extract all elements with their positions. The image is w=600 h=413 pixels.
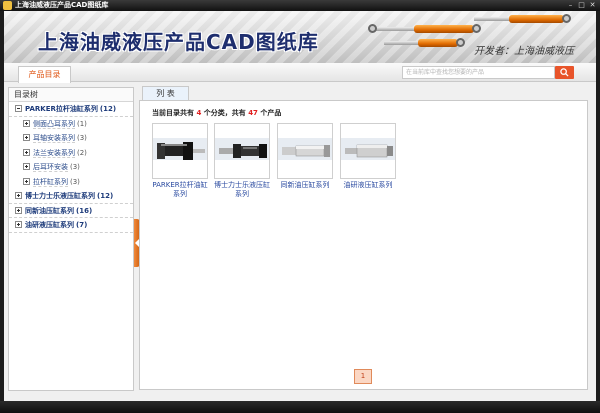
product-card[interactable]: PARKER拉杆油缸系列 bbox=[152, 123, 208, 199]
summary-prefix: 当前目录共有 bbox=[152, 109, 194, 117]
search-field[interactable] bbox=[402, 66, 555, 79]
tree-item-count: (3) bbox=[70, 163, 80, 171]
tree-item-label: 耳轴安装系列 bbox=[33, 134, 75, 143]
product-card[interactable]: 博士力士乐液压缸系列 bbox=[214, 123, 270, 199]
expand-icon[interactable] bbox=[23, 148, 30, 156]
window-titlebar: 上海油威液压产品CAD图纸库 – □ ✕ bbox=[0, 0, 600, 11]
app-frame: 产品目录 目录树 PARKER拉杆油缸系列(12)侧面凸耳系列(1)耳轴安装系列… bbox=[4, 63, 596, 401]
product-list-panel: 当前目录共有 4 个分类，共有 47 个产品 PARKER拉杆油缸系列 博士力士… bbox=[139, 100, 588, 390]
product-count: 47 bbox=[248, 109, 258, 117]
tree-list: PARKER拉杆油缸系列 (12) 侧面凸耳系列 (1) 耳轴安装系列 (3) 法兰安装系列… bbox=[9, 102, 133, 233]
tree-category[interactable]: PARKER拉杆油缸系列 (12) bbox=[9, 102, 133, 117]
developer-label: 开发者：上海油威液压 bbox=[474, 46, 574, 57]
close-button[interactable]: ✕ bbox=[588, 1, 597, 9]
category-count: 4 bbox=[196, 109, 202, 117]
expand-icon[interactable] bbox=[15, 192, 22, 199]
tree-item-count: (7) bbox=[76, 221, 88, 229]
directory-tree-panel: 目录树 PARKER拉杆油缸系列 (12) 侧面凸耳系列 (1) 耳轴安装系列 (3) 法兰… bbox=[8, 87, 134, 391]
tree-item-count: (2) bbox=[77, 148, 87, 157]
app-icon bbox=[3, 1, 12, 10]
tree-item-count: (12) bbox=[99, 105, 117, 113]
product-label[interactable]: 油研液压缸系列 bbox=[340, 181, 396, 190]
window-bottom-border bbox=[0, 401, 600, 413]
search-button[interactable] bbox=[555, 66, 574, 79]
page-button-1[interactable]: 1 bbox=[354, 369, 372, 384]
expand-icon[interactable] bbox=[15, 206, 22, 214]
header-banner: 上海油威液压产品CAD图纸库 开发者：上海油威液压 bbox=[4, 11, 596, 63]
banner-title: 上海油威液压产品CAD图纸库 bbox=[38, 30, 319, 54]
expand-icon[interactable] bbox=[23, 177, 30, 185]
tree-subcategory[interactable]: 耳轴安装系列 (3) bbox=[9, 131, 133, 146]
collapse-icon[interactable] bbox=[15, 105, 22, 112]
cylinder-icon bbox=[219, 144, 267, 158]
product-thumbnail[interactable] bbox=[214, 123, 270, 179]
tree-item-label: 博士力士乐液压缸系列 bbox=[25, 192, 95, 200]
tree-item-label: 拉杆缸系列 bbox=[33, 177, 68, 187]
tree-subcategory[interactable]: 侧面凸耳系列 (1) bbox=[9, 117, 133, 132]
expand-icon[interactable] bbox=[23, 134, 30, 141]
cylinder-icon bbox=[157, 142, 205, 160]
product-card[interactable]: 油研液压缸系列 bbox=[340, 123, 396, 190]
tree-item-count: (3) bbox=[77, 134, 87, 142]
product-thumbnail[interactable] bbox=[277, 123, 333, 179]
tab-list[interactable]: 列 表 bbox=[142, 86, 189, 101]
tab-product-catalog[interactable]: 产品目录 bbox=[18, 66, 71, 83]
product-card[interactable]: 同新油压缸系列 bbox=[277, 123, 333, 190]
cylinder-icon bbox=[345, 144, 393, 158]
tree-item-label: 后耳环安装 bbox=[33, 163, 68, 172]
expand-icon[interactable] bbox=[23, 163, 30, 170]
minimize-button[interactable]: – bbox=[566, 1, 575, 9]
top-tab-bar: 产品目录 bbox=[4, 63, 596, 83]
product-label[interactable]: 博士力士乐液压缸系列 bbox=[214, 181, 270, 199]
search-icon bbox=[560, 68, 569, 77]
summary-suffix: 个产品 bbox=[260, 109, 282, 117]
tree-item-label: 法兰安装系列 bbox=[33, 148, 75, 158]
product-thumbnail[interactable] bbox=[152, 123, 208, 179]
window-controls: – □ ✕ bbox=[566, 1, 597, 9]
product-thumbnail[interactable] bbox=[340, 123, 396, 179]
tree-category[interactable]: 博士力士乐液压缸系列 (12) bbox=[9, 189, 133, 204]
tree-item-label: 侧面凸耳系列 bbox=[33, 119, 75, 129]
search-input[interactable] bbox=[403, 67, 554, 78]
tree-item-count: (1) bbox=[77, 119, 87, 128]
tree-subcategory[interactable]: 法兰安装系列 (2) bbox=[9, 146, 133, 161]
tree-item-count: (16) bbox=[76, 206, 93, 215]
tree-item-count: (12) bbox=[97, 192, 114, 200]
tree-item-label: 同新油压缸系列 bbox=[25, 206, 74, 215]
tree-subcategory[interactable]: 拉杆缸系列 (3) bbox=[9, 175, 133, 190]
tree-category[interactable]: 油研液压缸系列 (7) bbox=[9, 218, 133, 233]
product-label[interactable]: PARKER拉杆油缸系列 bbox=[152, 181, 208, 199]
tree-item-label: 油研液压缸系列 bbox=[25, 221, 74, 229]
summary-text: 当前目录共有 4 个分类，共有 47 个产品 bbox=[152, 108, 281, 118]
window-title: 上海油威液压产品CAD图纸库 bbox=[15, 1, 109, 9]
tree-item-count: (3) bbox=[70, 177, 80, 186]
product-label[interactable]: 同新油压缸系列 bbox=[277, 181, 333, 190]
expand-icon[interactable] bbox=[23, 119, 30, 127]
tree-category[interactable]: 同新油压缸系列 (16) bbox=[9, 204, 133, 218]
expand-icon[interactable] bbox=[15, 221, 22, 228]
cylinder-icon bbox=[282, 145, 330, 157]
maximize-button[interactable]: □ bbox=[577, 1, 586, 9]
tree-header: 目录树 bbox=[9, 88, 133, 102]
tree-subcategory[interactable]: 后耳环安装 (3) bbox=[9, 160, 133, 175]
summary-middle: 个分类，共有 bbox=[203, 109, 246, 117]
tree-item-label: PARKER拉杆油缸系列 bbox=[25, 105, 98, 113]
